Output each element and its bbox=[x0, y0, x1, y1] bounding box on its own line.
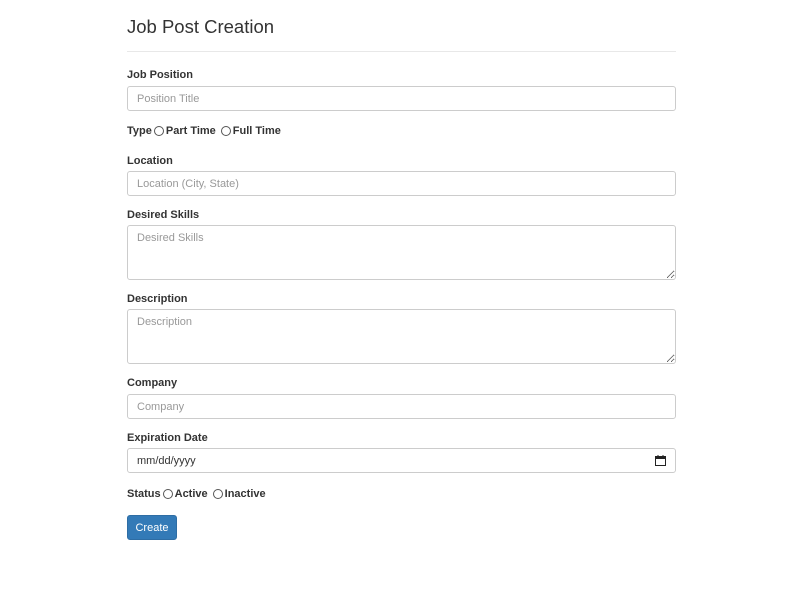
part-time-label: Part Time bbox=[165, 125, 216, 137]
desired-skills-label: Desired Skills bbox=[127, 209, 200, 221]
part-time-radio[interactable] bbox=[153, 126, 164, 136]
full-time-radio[interactable] bbox=[220, 126, 231, 136]
status-radio-group: Status Active Inactive bbox=[127, 487, 266, 501]
status-label: Status bbox=[127, 488, 161, 500]
type-label: Type bbox=[127, 125, 152, 137]
job-position-input[interactable] bbox=[127, 86, 676, 111]
page-title: Job Post Creation bbox=[127, 16, 275, 37]
active-label: Active bbox=[174, 488, 208, 500]
company-input[interactable] bbox=[127, 394, 676, 419]
type-option-part-time[interactable]: Part Time bbox=[152, 124, 216, 138]
status-option-inactive[interactable]: Inactive bbox=[211, 487, 266, 501]
calendar-icon[interactable] bbox=[655, 455, 666, 466]
expiration-date-input[interactable]: mm/dd/yyyy bbox=[127, 448, 676, 473]
full-time-label: Full Time bbox=[232, 125, 281, 137]
description-label: Description bbox=[127, 293, 188, 305]
active-radio[interactable] bbox=[162, 489, 173, 499]
desired-skills-textarea[interactable] bbox=[127, 225, 676, 280]
type-option-full-time[interactable]: Full Time bbox=[219, 124, 281, 138]
inactive-radio[interactable] bbox=[212, 489, 223, 499]
create-button[interactable]: Create bbox=[127, 515, 177, 540]
inactive-label: Inactive bbox=[224, 488, 266, 500]
status-option-active[interactable]: Active bbox=[161, 487, 208, 501]
type-radio-group: Type Part Time Full Time bbox=[127, 124, 281, 138]
location-input[interactable] bbox=[127, 171, 676, 196]
expiration-date-value: mm/dd/yyyy bbox=[137, 454, 196, 467]
company-label: Company bbox=[127, 377, 178, 389]
description-textarea[interactable] bbox=[127, 309, 676, 364]
job-position-label: Job Position bbox=[127, 69, 193, 81]
expiration-date-label: Expiration Date bbox=[127, 432, 208, 444]
calendar-icon-graphic bbox=[655, 455, 666, 466]
location-label: Location bbox=[127, 155, 173, 167]
title-divider bbox=[127, 51, 676, 52]
